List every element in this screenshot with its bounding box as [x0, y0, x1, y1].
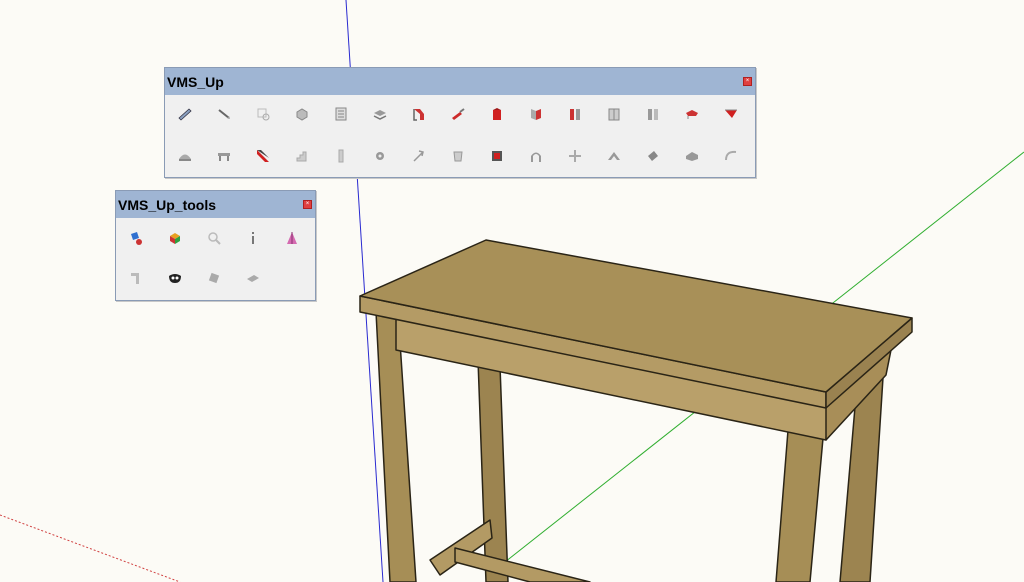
vms-up-tools-toolbar[interactable]: VMS_Up_tools × — [115, 190, 316, 301]
vms-up-titlebar[interactable]: VMS_Up × — [165, 68, 755, 95]
dome-icon[interactable] — [177, 148, 193, 164]
paint-tool-icon[interactable] — [128, 230, 144, 246]
layers-icon[interactable] — [372, 106, 388, 122]
zoom-icon[interactable] — [206, 230, 222, 246]
ruler-icon[interactable] — [177, 106, 193, 122]
door-frame-icon[interactable] — [411, 106, 427, 122]
table-model[interactable] — [359, 239, 913, 582]
vms-up-button-grid — [177, 106, 739, 164]
vms-up-close-button[interactable]: × — [743, 77, 752, 86]
window-split-icon[interactable] — [645, 106, 661, 122]
red-axis — [0, 514, 181, 582]
cross-icon[interactable] — [567, 148, 583, 164]
brush-icon[interactable] — [450, 106, 466, 122]
corner-piece-icon[interactable] — [128, 270, 144, 286]
vms-up-tools-titlebar[interactable]: VMS_Up_tools × — [116, 191, 315, 218]
line-tool-icon[interactable] — [216, 106, 232, 122]
wedge-icon[interactable] — [684, 148, 700, 164]
mask-icon[interactable] — [167, 270, 183, 286]
vms-up-tools-close-button[interactable]: × — [303, 200, 312, 209]
vms-up-toolbar[interactable]: VMS_Up × — [164, 67, 756, 178]
stair-icon[interactable] — [294, 148, 310, 164]
roof-icon[interactable] — [684, 106, 700, 122]
flat-panel-icon[interactable] — [245, 270, 261, 286]
window-icon[interactable] — [606, 106, 622, 122]
desk-icon[interactable] — [216, 148, 232, 164]
select-icon[interactable] — [255, 106, 271, 122]
box-icon[interactable] — [294, 106, 310, 122]
wall-corner-icon[interactable] — [528, 106, 544, 122]
gear-icon[interactable] — [372, 148, 388, 164]
curve-icon[interactable] — [723, 148, 739, 164]
info-icon[interactable] — [245, 230, 261, 246]
red-roof-icon[interactable] — [723, 106, 739, 122]
double-door-icon[interactable] — [567, 106, 583, 122]
list-icon[interactable] — [333, 106, 349, 122]
tilted-box-icon[interactable] — [645, 148, 661, 164]
move-tool-icon[interactable] — [206, 270, 222, 286]
gable-icon[interactable] — [606, 148, 622, 164]
column-icon[interactable] — [333, 148, 349, 164]
red-door-icon[interactable] — [489, 106, 505, 122]
red-door-frame-icon[interactable] — [255, 148, 271, 164]
vms-up-tools-button-grid — [128, 230, 300, 286]
prism-icon[interactable] — [284, 230, 300, 246]
arch-icon[interactable] — [528, 148, 544, 164]
vms-up-tools-title: VMS_Up_tools — [118, 197, 217, 213]
red-window-icon[interactable] — [489, 148, 505, 164]
lamp-icon[interactable] — [450, 148, 466, 164]
axis-icon[interactable] — [411, 148, 427, 164]
vms-up-title: VMS_Up — [167, 74, 224, 90]
cube-color-icon[interactable] — [167, 230, 183, 246]
